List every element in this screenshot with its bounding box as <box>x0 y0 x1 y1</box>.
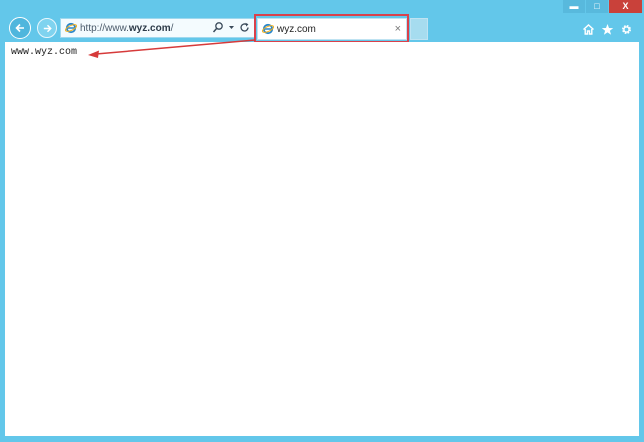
tab-annotation-highlight <box>254 14 409 43</box>
refresh-icon[interactable] <box>239 21 250 34</box>
url-domain: wyz.com <box>128 22 171 34</box>
url-prefix: http://www. <box>80 22 129 34</box>
url-suffix: / <box>170 22 174 34</box>
back-arrow-icon <box>15 23 24 33</box>
close-icon: X <box>622 1 629 11</box>
address-tools <box>212 21 250 34</box>
address-url[interactable]: http://www.wyz.com/ <box>80 23 173 34</box>
new-tab-button[interactable] <box>410 18 428 40</box>
back-button[interactable] <box>9 17 31 39</box>
minimize-icon: ▬ <box>569 1 579 11</box>
minimize-button[interactable]: ▬ <box>563 0 585 13</box>
forward-button[interactable] <box>37 18 57 38</box>
ie-logo-icon <box>65 22 77 34</box>
maximize-button[interactable]: □ <box>586 0 608 13</box>
browser-window: http://www.wyz.com/ wyz.com × ▬ □ X www.… <box>0 0 644 442</box>
dropdown-chevron-icon[interactable] <box>228 21 235 34</box>
browser-toolbar: http://www.wyz.com/ wyz.com × ▬ □ X <box>0 0 644 43</box>
page-content: www.wyz.com <box>5 42 639 436</box>
gear-icon[interactable] <box>619 22 633 36</box>
maximize-icon: □ <box>594 1 600 11</box>
search-icon[interactable] <box>212 21 224 34</box>
favorites-star-icon[interactable] <box>600 22 614 36</box>
home-icon[interactable] <box>581 22 595 36</box>
address-bar[interactable]: http://www.wyz.com/ <box>60 18 255 38</box>
close-button[interactable]: X <box>609 0 642 13</box>
page-body-text: www.wyz.com <box>11 47 78 58</box>
forward-arrow-icon <box>43 24 52 32</box>
